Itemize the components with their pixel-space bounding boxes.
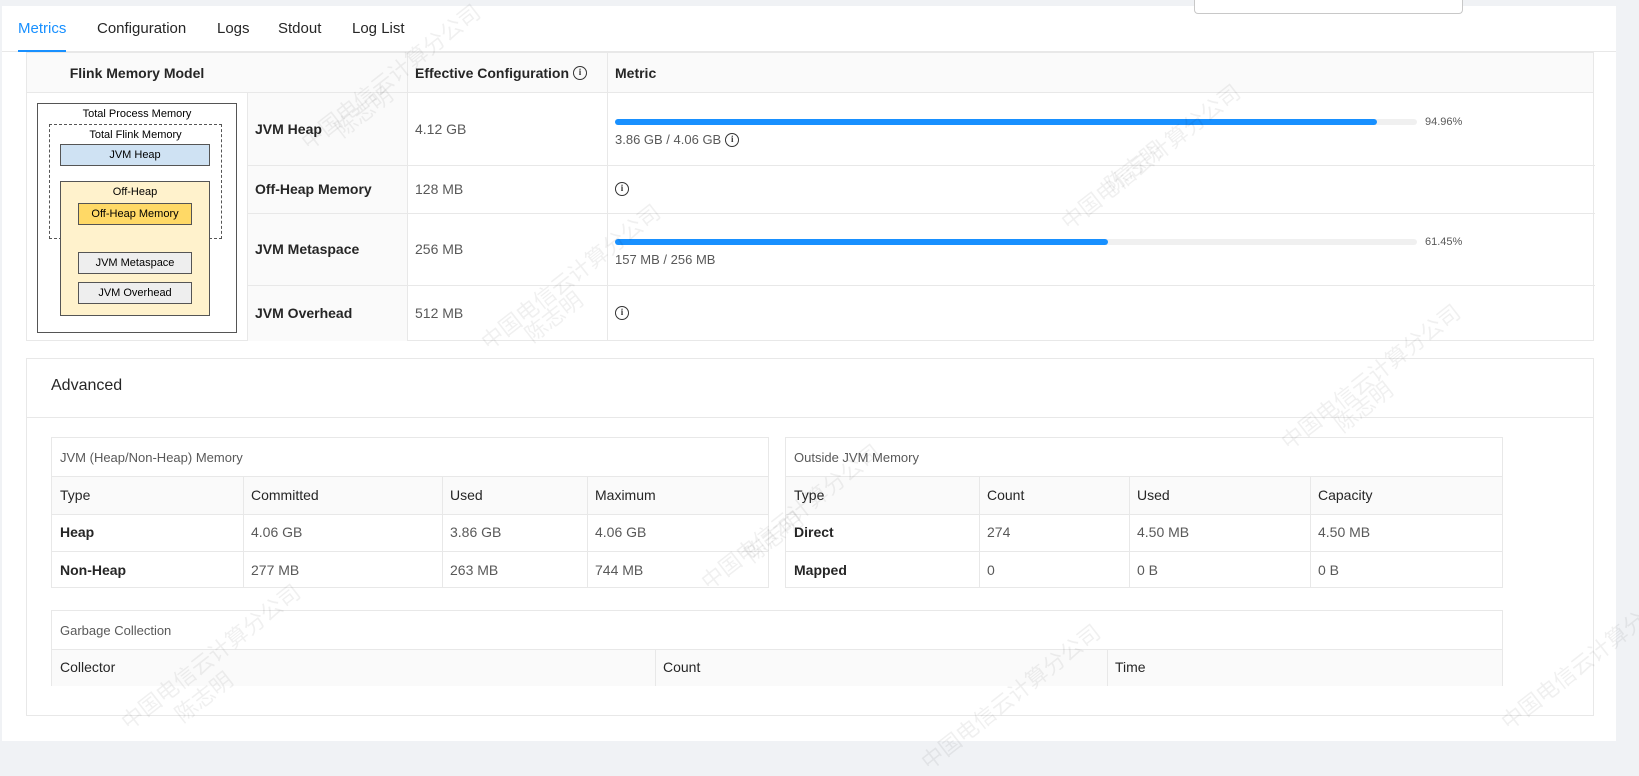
info-icon[interactable]: i	[615, 182, 629, 196]
jvm-memory-title: JVM (Heap/Non-Heap) Memory	[60, 450, 243, 465]
jvm-heap-box: JVM Heap	[60, 144, 210, 166]
table-cell: Heap	[60, 524, 95, 540]
table-cell: Non-Heap	[60, 562, 127, 578]
divider	[247, 93, 248, 341]
flink-memory-model-diagram: Total Process Memory Total Flink Memory …	[37, 103, 237, 333]
table-cell: Mapped	[794, 562, 847, 578]
divider	[587, 476, 588, 588]
tab-stdout[interactable]: Stdout	[278, 20, 321, 37]
table-header	[52, 649, 1502, 686]
column-header: Count	[663, 659, 701, 675]
off-heap-memory-box: Off-Heap Memory	[78, 203, 192, 225]
table-cell: 3.86 GB	[450, 524, 502, 540]
jvm-metaspace-progress-bar	[615, 239, 1417, 245]
header-memory-model: Flink Memory Model	[69, 65, 205, 81]
garbage-collection-title: Garbage Collection	[60, 623, 172, 638]
outside-jvm-memory-title: Outside JVM Memory	[794, 450, 919, 465]
tab-metrics[interactable]: Metrics	[18, 20, 66, 37]
row-label-jvm-metaspace: JVM Metaspace	[255, 241, 360, 257]
divider	[1310, 476, 1311, 588]
jvm-heap-usage-text: 3.86 GB / 4.06 GB	[615, 132, 722, 147]
table-cell: 0 B	[1137, 562, 1159, 578]
table-cell: 4.06 GB	[595, 524, 647, 540]
info-icon[interactable]: i	[725, 132, 740, 147]
header-effective-configuration: Effective Configuration i	[415, 53, 588, 93]
row-label-jvm-overhead: JVM Overhead	[255, 305, 353, 321]
column-header: Used	[1137, 487, 1170, 503]
divider	[27, 417, 1593, 418]
config-off-heap-memory: 128 MB	[415, 181, 464, 197]
tab-log-list[interactable]: Log List	[352, 20, 405, 37]
divider	[786, 551, 1502, 552]
divider	[607, 53, 608, 341]
jvm-metaspace-usage: 157 MB / 256 MB	[615, 252, 716, 267]
jvm-metaspace-percent: 61.45%	[1425, 236, 1463, 248]
column-header: Count	[987, 487, 1025, 503]
divider	[52, 551, 768, 552]
tab-configuration[interactable]: Configuration	[97, 20, 186, 37]
info-icon[interactable]: i	[573, 66, 588, 80]
column-header: Maximum	[595, 487, 656, 503]
column-header: Committed	[251, 487, 319, 503]
jvm-overhead-box: JVM Overhead	[78, 282, 192, 304]
table-cell: 4.50 MB	[1137, 524, 1190, 540]
info-icon[interactable]: i	[615, 306, 629, 320]
row-label-off-heap-memory: Off-Heap Memory	[255, 181, 372, 197]
advanced-card: Advanced JVM (Heap/Non-Heap) Memory Type…	[26, 358, 1594, 716]
total-process-memory-label: Total Process Memory	[82, 108, 192, 120]
table-cell: 0 B	[1318, 562, 1340, 578]
divider	[979, 476, 980, 588]
tab-bar: Metrics Configuration Logs Stdout Log Li…	[2, 6, 1616, 52]
outside-jvm-memory-table: Outside JVM Memory Type Count Used Capac…	[785, 437, 1503, 588]
divider	[1129, 476, 1130, 588]
column-header: Capacity	[1318, 487, 1373, 503]
advanced-title: Advanced	[51, 377, 123, 394]
column-header: Time	[1115, 659, 1146, 675]
off-heap-metric: i	[611, 165, 629, 213]
divider	[407, 53, 408, 341]
jvm-heap-progress-fill	[615, 119, 1377, 125]
divider	[1107, 649, 1108, 686]
header-effective-configuration-label: Effective Configuration	[415, 65, 570, 81]
task-manager-panel: Metrics Configuration Logs Stdout Log Li…	[2, 0, 1616, 741]
config-jvm-metaspace: 256 MB	[415, 241, 464, 257]
garbage-collection-table: Garbage Collection Collector Count Time	[51, 610, 1503, 686]
column-header: Used	[450, 487, 483, 503]
jvm-heap-percent: 94.96%	[1425, 116, 1463, 128]
table-cell: 277 MB	[251, 562, 300, 578]
jvm-overhead-metric: i	[611, 285, 629, 341]
divider	[442, 476, 443, 588]
header-metric: Metric	[615, 65, 657, 81]
jvm-memory-table: JVM (Heap/Non-Heap) Memory Type Committe…	[51, 437, 769, 588]
config-jvm-overhead: 512 MB	[415, 305, 464, 321]
jvm-heap-progress-bar	[615, 119, 1417, 125]
table-cell: 4.06 GB	[251, 524, 303, 540]
jvm-metaspace-progress-fill	[615, 239, 1108, 245]
table-cell: 744 MB	[595, 562, 644, 578]
jvm-metaspace-box: JVM Metaspace	[78, 252, 192, 274]
jvm-heap-usage: 3.86 GB / 4.06 GB i	[615, 132, 740, 147]
tab-logs[interactable]: Logs	[217, 20, 250, 37]
column-header: Type	[794, 487, 825, 503]
table-cell: 0	[987, 562, 995, 578]
total-flink-memory-label: Total Flink Memory	[89, 129, 182, 141]
column-header: Collector	[60, 659, 116, 675]
table-cell: 274	[987, 524, 1011, 540]
memory-model-table: Flink Memory Model Effective Configurati…	[26, 52, 1595, 341]
table-cell: Direct	[794, 524, 834, 540]
config-jvm-heap: 4.12 GB	[415, 121, 467, 137]
row-label-jvm-heap: JVM Heap	[255, 121, 322, 137]
table-header	[27, 53, 1593, 93]
table-header	[52, 476, 768, 515]
table-cell: 4.50 MB	[1318, 524, 1371, 540]
column-header: Type	[60, 487, 91, 503]
divider	[243, 476, 244, 588]
table-cell: 263 MB	[450, 562, 499, 578]
off-heap-label: Off-Heap	[112, 186, 158, 198]
divider	[655, 649, 656, 686]
